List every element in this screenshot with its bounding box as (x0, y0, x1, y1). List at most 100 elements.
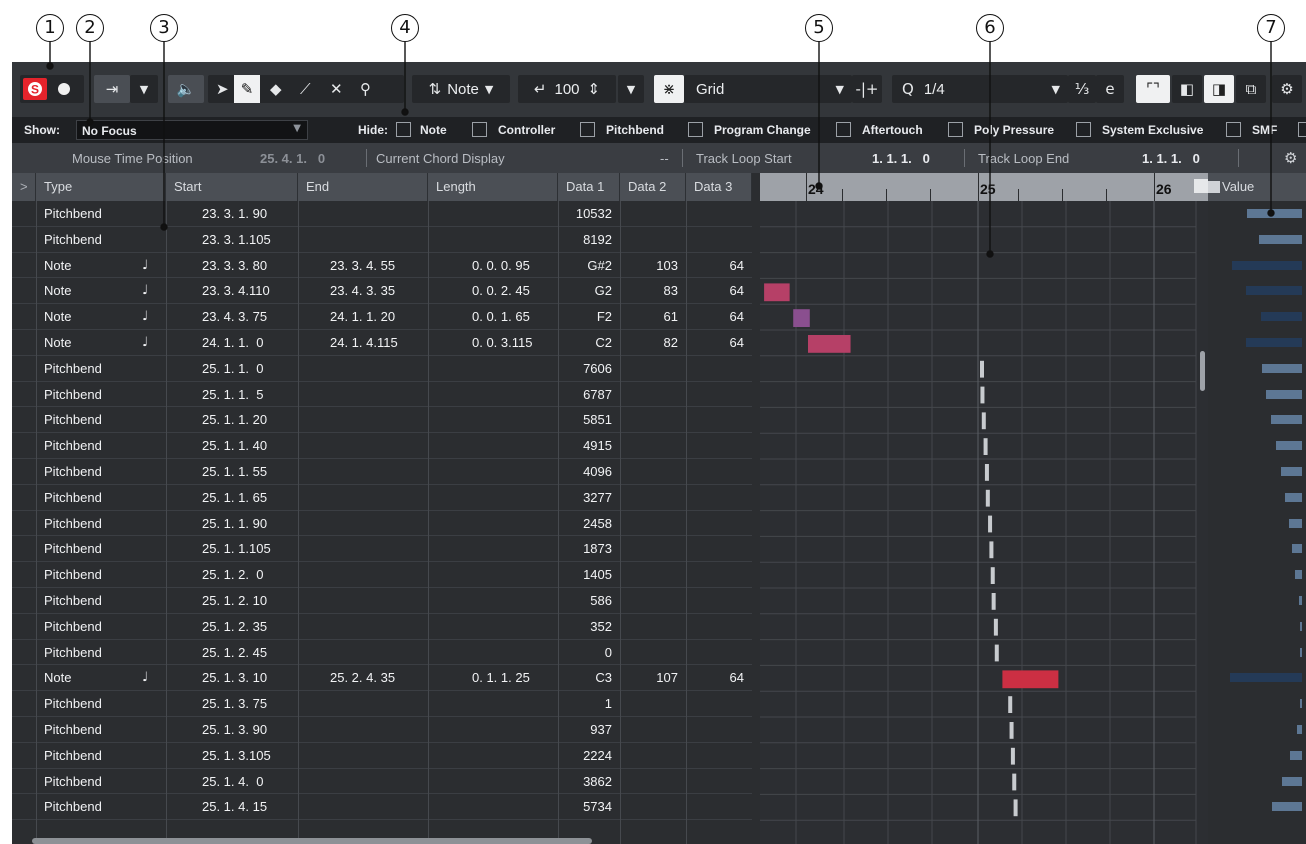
value-bar[interactable] (1229, 673, 1302, 683)
ruler[interactable]: 24 25 26 (760, 173, 1210, 217)
trim-icon[interactable]: ⟋ (300, 80, 311, 98)
solo-button[interactable]: S (23, 78, 47, 100)
table-row[interactable]: Pitchbend 25. 1. 4. 15 5734 (12, 794, 752, 821)
table-row[interactable]: Pitchbend 25. 1. 3. 90 937 (12, 717, 752, 743)
column-start[interactable]: Start (166, 173, 298, 201)
value-bar[interactable] (1290, 750, 1302, 760)
value-bar[interactable] (1246, 209, 1302, 218)
table-row[interactable]: Note 24. 1. 1. 0 24. 1. 4.115 0. 0. 3.115 C2… (12, 330, 752, 356)
autoscroll-dropdown[interactable]: ▼ (130, 75, 158, 103)
table-row[interactable]: Pitchbend 25. 1. 2. 0 1405 (12, 562, 752, 588)
snap-to-zero-button[interactable]: -|+ (852, 75, 882, 103)
table-row[interactable]: Pitchbend 25. 1. 1. 20 5851 (12, 407, 752, 434)
table-row[interactable]: Pitchbend 25. 1. 2. 10 586 (12, 588, 752, 614)
table-row[interactable]: Pitchbend 25. 1. 2. 35 352 (12, 614, 752, 640)
velocity-dropdown[interactable]: ▼ (618, 75, 644, 103)
snap-type-select[interactable]: Grid ▼ (684, 75, 852, 103)
table-row[interactable]: Pitchbend 25. 1. 4. 0 3862 (12, 769, 752, 795)
table-row[interactable]: Pitchbend 25. 1. 3.105 2224 (12, 743, 752, 769)
window-layout-button[interactable]: ⧉ (1236, 75, 1266, 103)
table-row[interactable]: Pitchbend 23. 3. 1. 90 10532 (12, 201, 752, 227)
column-length[interactable]: Length (428, 173, 558, 201)
left-zone-toggle[interactable]: ◧ (1172, 75, 1202, 103)
table-row[interactable]: Pitchbend 25. 1. 3. 75 1 (12, 691, 752, 717)
filter-bar-toggle[interactable]: ⌜⌝ (1136, 75, 1170, 103)
mute-icon[interactable]: ✕ (330, 80, 343, 98)
hide-program-change-checkbox[interactable] (688, 122, 703, 137)
value-bar[interactable] (1294, 570, 1302, 580)
table-row[interactable]: Pitchbend 25. 1. 1.105 1873 (12, 536, 752, 563)
value-bar[interactable] (1284, 492, 1302, 502)
focus-select[interactable]: No Focus ▼ (76, 120, 308, 140)
value-bar[interactable] (1298, 596, 1302, 605)
value-bar[interactable] (1280, 467, 1302, 476)
value-bar[interactable] (1246, 338, 1302, 347)
column-end[interactable]: End (298, 173, 428, 201)
acoustic-feedback-button[interactable]: 🔈 (168, 75, 204, 103)
object-select-icon[interactable]: ➤ (216, 80, 229, 98)
value-bar[interactable] (1232, 260, 1302, 270)
table-row[interactable]: Note 23. 4. 3. 75 24. 1. 1. 20 0. 0. 1. 65 F… (12, 304, 752, 330)
value-bar[interactable] (1259, 234, 1302, 244)
erase-icon[interactable]: ◆ (270, 80, 282, 98)
gear-icon[interactable]: ⚙ (1284, 149, 1297, 167)
table-row[interactable]: Pitchbend 25. 1. 1. 90 2458 (12, 511, 752, 537)
settings-button[interactable]: ⚙ (1272, 75, 1302, 103)
table-row[interactable]: Pitchbend 25. 1. 1. 40 4915 (12, 433, 752, 459)
value-bar[interactable] (1292, 544, 1302, 554)
quantize-select[interactable]: Q 1/4 ▼ (892, 75, 1068, 103)
record-icon[interactable] (58, 83, 70, 95)
value-bar[interactable] (1245, 286, 1302, 296)
column-data1[interactable]: Data 1 (558, 173, 620, 201)
value-dropdown[interactable] (1208, 181, 1220, 193)
table-row[interactable]: Pitchbend 25. 1. 1. 0 7606 (12, 356, 752, 382)
expand-toggle[interactable]: > (12, 173, 36, 201)
value-bar[interactable] (1271, 802, 1302, 812)
value-bar[interactable] (1260, 312, 1302, 322)
value-bar[interactable] (1266, 389, 1302, 399)
hide-poly-pressure-checkbox[interactable] (948, 122, 963, 137)
event-display[interactable]: 24 25 26 (760, 173, 1210, 844)
hide-pitchbend-checkbox[interactable] (580, 122, 595, 137)
quantize-type-button[interactable]: ⅓ (1068, 75, 1096, 103)
horizontal-scrollbar[interactable] (32, 838, 592, 844)
table-row[interactable]: Pitchbend 25. 1. 1. 65 3277 (12, 485, 752, 511)
snap-toggle[interactable]: ⋇ (654, 75, 684, 103)
table-row[interactable]: Note 25. 1. 3. 10 25. 2. 4. 35 0. 1. 1. 25 C… (12, 665, 752, 692)
value-bar[interactable] (1271, 415, 1302, 425)
table-row[interactable]: Pitchbend 25. 1. 1. 55 4096 (12, 459, 752, 485)
hide-note-checkbox[interactable] (396, 122, 411, 137)
event-grid[interactable] (760, 201, 1210, 844)
table-row[interactable]: Pitchbend 23. 3. 1.105 8192 (12, 227, 752, 253)
hide-aftertouch-checkbox[interactable] (836, 122, 851, 137)
column-type[interactable]: Type (36, 173, 166, 201)
cell-type: Pitchbend (44, 618, 102, 634)
column-data3[interactable]: Data 3 (686, 173, 752, 201)
value-bar[interactable] (1300, 621, 1302, 631)
table-row[interactable]: Pitchbend 25. 1. 1. 5 6787 (12, 382, 752, 408)
hide-more-checkbox[interactable] (1298, 122, 1306, 137)
hide-smf-checkbox[interactable] (1226, 122, 1241, 137)
autoscroll-button[interactable]: ⇥ (94, 75, 130, 103)
insert-note-selector[interactable]: ⇅ Note ▼ (412, 75, 510, 103)
right-zone-toggle[interactable]: ◨ (1204, 75, 1234, 103)
insert-velocity-field[interactable]: ↵ 100 ⇕ (518, 75, 616, 103)
value-bar[interactable] (1262, 363, 1302, 373)
value-bar[interactable] (1300, 699, 1302, 709)
hide-sysex-checkbox[interactable] (1076, 122, 1091, 137)
draw-tool-button[interactable]: ✎ (234, 75, 260, 103)
table-row[interactable]: Pitchbend 25. 1. 2. 45 0 (12, 640, 752, 666)
table-row[interactable]: Note 23. 3. 3. 80 23. 3. 4. 55 0. 0. 0. 95 G… (12, 253, 752, 279)
column-data2[interactable]: Data 2 (620, 173, 686, 201)
value-bar[interactable] (1297, 725, 1302, 734)
value-bar[interactable] (1276, 441, 1302, 451)
value-bar[interactable] (1300, 647, 1302, 657)
hide-controller-checkbox[interactable] (472, 122, 487, 137)
value-bar[interactable] (1289, 518, 1302, 528)
vertical-scrollbar[interactable] (1200, 351, 1205, 391)
zoom-icon[interactable]: ⚲ (360, 80, 371, 98)
ruler-dropdown-icon[interactable] (1194, 179, 1208, 193)
iterative-quantize-button[interactable]: e (1096, 75, 1124, 103)
table-row[interactable]: Note 23. 3. 4.110 23. 4. 3. 35 0. 0. 2. 45 G… (12, 278, 752, 305)
value-bar[interactable] (1281, 776, 1302, 786)
